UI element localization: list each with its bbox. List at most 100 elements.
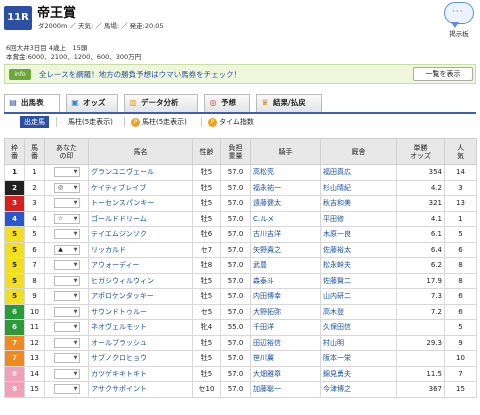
mark-cell: ▼ — [44, 226, 89, 243]
tab-label: オッズ — [83, 98, 106, 107]
mark-select[interactable]: ▼ — [53, 337, 80, 348]
popularity: 10 — [444, 350, 477, 367]
horse-name-link[interactable]: ネオヴェルモット — [88, 319, 193, 336]
mark-select[interactable]: ▼ — [53, 198, 80, 209]
trainer-link[interactable]: 久保田信 — [320, 319, 397, 336]
mark-select[interactable]: ◎ ▼ — [53, 182, 80, 193]
trainer-link[interactable]: 佐藤賢二 — [320, 272, 397, 289]
mark-cell: ▼ — [44, 195, 89, 212]
mark-select[interactable]: ▼ — [53, 306, 80, 317]
jockey-link[interactable]: 福永祐一 — [250, 179, 321, 196]
jockey-link[interactable]: 田辺裕信 — [250, 334, 321, 351]
column-header-sex-age[interactable]: 性齢 — [192, 138, 221, 165]
column-header-jockey[interactable]: 騎手 — [250, 138, 321, 165]
column-header-horse-name[interactable]: 馬名 — [88, 138, 193, 165]
mark-select[interactable]: ▼ — [53, 167, 80, 178]
column-header-odds[interactable]: 単勝 オッズ — [396, 138, 445, 165]
trainer-link[interactable]: 松永幹夫 — [320, 257, 397, 274]
jockey-link[interactable]: 武豊 — [250, 257, 321, 274]
mark-select[interactable]: ☆ ▼ — [53, 213, 80, 224]
jockey-link[interactable]: 遠藤健太 — [250, 195, 321, 212]
horse-name-link[interactable]: カツゲキキトキト — [88, 365, 193, 382]
banner-link[interactable]: 全レースを網羅！地方の勝負予想はウマい馬券をチェック！ — [39, 69, 241, 80]
jockey-link[interactable]: 加藤聡一 — [250, 381, 321, 398]
post-board-button[interactable]: ··· — [444, 2, 474, 24]
mark-select[interactable]: ▼ — [53, 260, 80, 271]
subtab-horse-pillar[interactable]: 馬柱(5走表示) — [68, 116, 113, 128]
jockey-link[interactable]: 高松亮 — [250, 164, 321, 181]
table-header-row: 枠 番 馬 番 あなた の印 馬名 性齢 負担 重量 騎手 厩舎 単勝 オッズ … — [4, 138, 477, 165]
horse-name-link[interactable]: ゴールドドリーム — [88, 210, 193, 227]
horse-name-link[interactable]: トーセンスパンキー — [88, 195, 193, 212]
trainer-link[interactable]: 錦見勇夫 — [320, 365, 397, 382]
tab-odds[interactable]: ▣ オッズ — [66, 94, 118, 112]
horse-name-link[interactable]: アサクサポイント — [88, 381, 193, 398]
trainer-link[interactable]: 木原一良 — [320, 226, 397, 243]
horse-name-link[interactable]: ケイティブレイブ — [88, 179, 193, 196]
horse-name-link[interactable]: アポロケンタッキー — [88, 288, 193, 305]
horse-name-link[interactable]: テイエムジンソク — [88, 226, 193, 243]
horse-name-link[interactable]: サウンドトゥルー — [88, 303, 193, 320]
mark-select[interactable]: ▼ — [53, 291, 80, 302]
jockey-link[interactable]: 大野拓弥 — [250, 303, 321, 320]
column-header-popularity[interactable]: 人 気 — [444, 138, 477, 165]
trainer-link[interactable]: 村山明 — [320, 334, 397, 351]
subtab-entries[interactable]: 出走馬 — [20, 116, 49, 128]
sex-age: 牝4 — [192, 319, 221, 336]
mark-cell: ▼ — [44, 319, 89, 336]
table-row: 3 3 ▼ トーセンスパンキー 牡5 57.0 遠藤健太 秋吉和美 321 13 — [4, 195, 477, 212]
horse-name-link[interactable]: サブノクロヒョウ — [88, 350, 193, 367]
jockey-link[interactable]: 千田洋 — [250, 319, 321, 336]
subtab-label: タイム指数 — [219, 118, 254, 126]
dropdown-arrow-icon: ▼ — [73, 262, 78, 269]
post-board-label[interactable]: 掲示板 — [440, 28, 478, 38]
mark-cell: ▲ ▼ — [44, 241, 89, 258]
trainer-link[interactable]: 山内研二 — [320, 288, 397, 305]
tab-results[interactable]: ♛ 結果/払戻 — [256, 94, 322, 112]
mark-select[interactable]: ▼ — [53, 384, 80, 395]
trainer-link[interactable]: 福田真広 — [320, 164, 397, 181]
trainer-link[interactable]: 佐藤裕太 — [320, 241, 397, 258]
jockey-link[interactable]: 内田博幸 — [250, 288, 321, 305]
show-list-button[interactable]: 一覧を表示 — [413, 67, 473, 81]
column-header-trainer[interactable]: 厩舎 — [320, 138, 397, 165]
popularity: 8 — [444, 272, 477, 289]
jockey-link[interactable]: C.ルメ — [250, 210, 321, 227]
trainer-link[interactable]: 杉山晴紀 — [320, 179, 397, 196]
mark-select[interactable]: ▼ — [53, 275, 80, 286]
trainer-link[interactable]: 今津博之 — [320, 381, 397, 398]
column-header-number[interactable]: 馬 番 — [24, 138, 45, 165]
mark-select[interactable]: ▼ — [53, 229, 80, 240]
column-header-weight[interactable]: 負担 重量 — [220, 138, 251, 165]
trainer-link[interactable]: 秋吉和美 — [320, 195, 397, 212]
premium-icon: P — [208, 117, 217, 127]
subtab-time-index[interactable]: P タイム指数 — [208, 116, 254, 128]
jockey-link[interactable]: 森泰斗 — [250, 272, 321, 289]
trainer-link[interactable]: 高木登 — [320, 303, 397, 320]
horse-name-link[interactable]: オールブラッシュ — [88, 334, 193, 351]
mark-select[interactable]: ▲ ▼ — [53, 244, 80, 255]
jockey-link[interactable]: 矢野貴之 — [250, 241, 321, 258]
table-row: 5 6 ▲ ▼ リッカルド セ7 57.0 矢野貴之 佐藤裕太 6.4 6 — [4, 241, 477, 258]
mark-select[interactable]: ▼ — [53, 353, 80, 364]
mark-select[interactable]: ▼ — [53, 322, 80, 333]
jockey-link[interactable]: 笹川翼 — [250, 350, 321, 367]
tab-prediction[interactable]: ◎ 予想 — [204, 94, 250, 112]
subtab-premium-pillar[interactable]: P 馬柱(5走表示) — [131, 116, 187, 128]
tab-label: データ分析 — [141, 98, 179, 107]
jockey-link[interactable]: 古川吉洋 — [250, 226, 321, 243]
trainer-link[interactable]: 阪本一栄 — [320, 350, 397, 367]
tab-label: 結果/払戻 — [273, 98, 306, 107]
mark-select[interactable]: ▼ — [53, 368, 80, 379]
jockey-link[interactable]: 大畑雅章 — [250, 365, 321, 382]
trainer-link[interactable]: 平田修 — [320, 210, 397, 227]
sex-age: 牡5 — [192, 210, 221, 227]
horse-name-link[interactable]: アウォーディー — [88, 257, 193, 274]
tab-data-analysis[interactable]: ▥ データ分析 — [124, 94, 198, 112]
horse-name-link[interactable]: リッカルド — [88, 241, 193, 258]
horse-name-link[interactable]: グランユニヴェール — [88, 164, 193, 181]
dropdown-arrow-icon: ▼ — [73, 184, 78, 191]
horse-name-link[interactable]: ヒガシウィルウィン — [88, 272, 193, 289]
tab-entries[interactable]: ▤ 出馬表 — [4, 94, 60, 112]
column-header-waku[interactable]: 枠 番 — [4, 138, 25, 165]
